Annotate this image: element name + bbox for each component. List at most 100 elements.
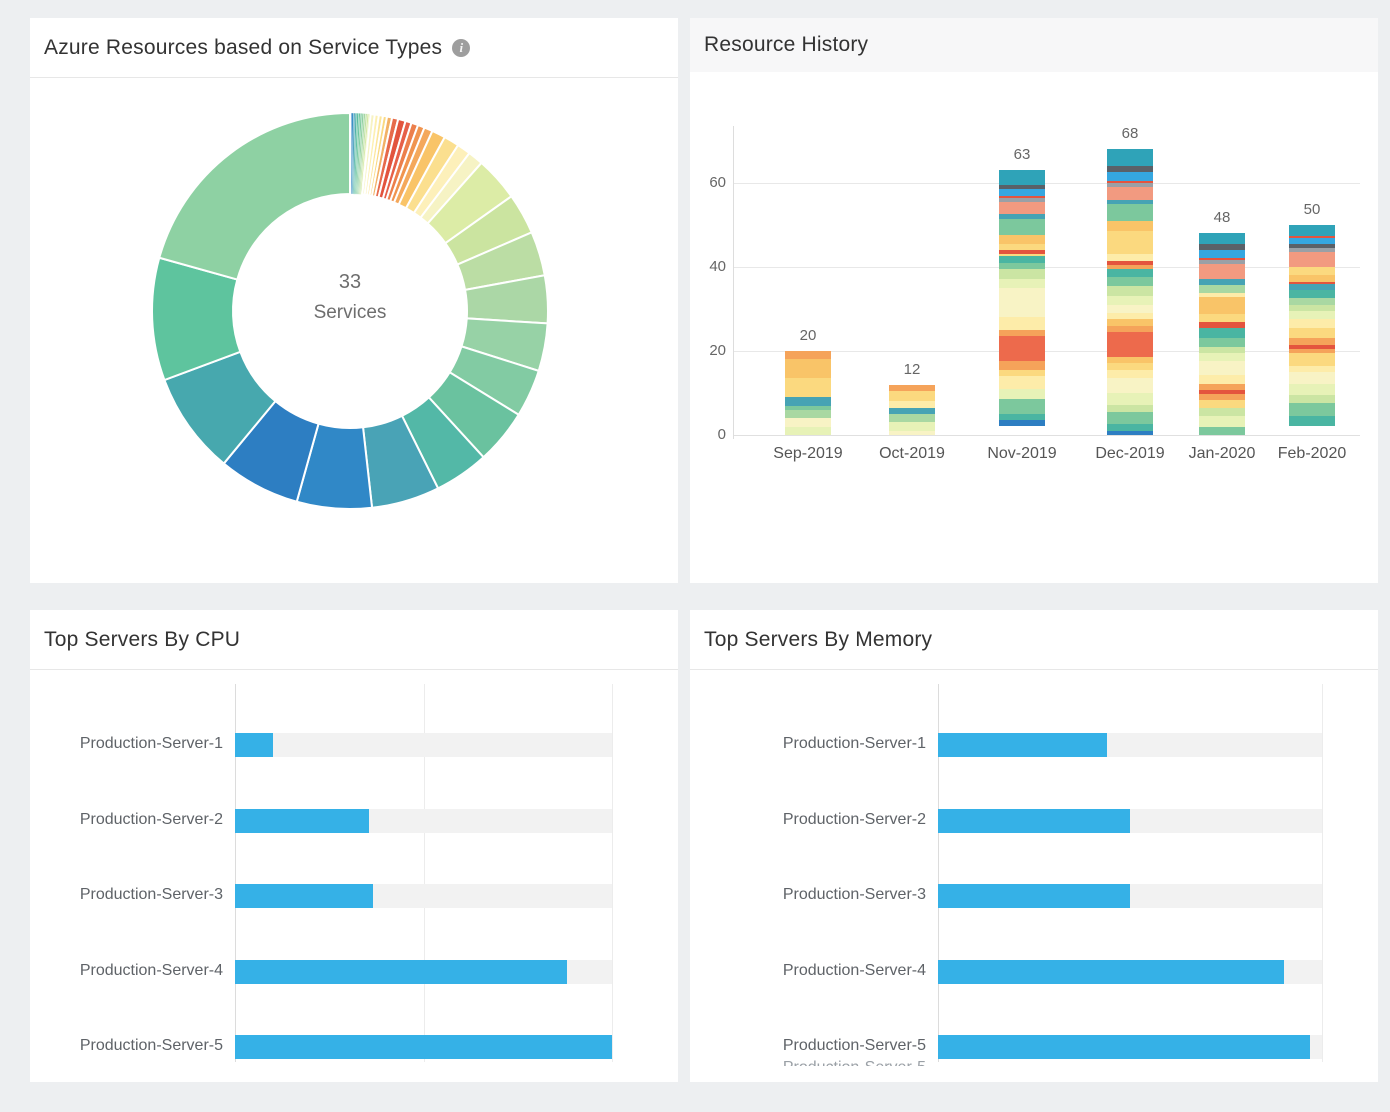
stacked-bar-Nov-2019[interactable] <box>999 170 1045 435</box>
stack-segment[interactable] <box>1199 297 1245 313</box>
stack-segment[interactable] <box>999 389 1045 400</box>
stack-segment[interactable] <box>1107 378 1153 393</box>
stack-segment[interactable] <box>785 359 831 378</box>
stack-segment[interactable] <box>1289 372 1335 385</box>
stack-segment[interactable] <box>785 427 831 435</box>
stack-segment[interactable] <box>999 235 1045 243</box>
stack-segment[interactable] <box>1289 319 1335 327</box>
stack-segment[interactable] <box>1199 338 1245 346</box>
stack-segment[interactable] <box>1107 277 1153 285</box>
bar-Production-Server-4[interactable] <box>235 960 567 984</box>
stacked-bar-Dec-2019[interactable] <box>1107 149 1153 435</box>
stack-segment[interactable] <box>1289 252 1335 267</box>
memory-bar-chart: Production-Server-1Production-Server-2Pr… <box>690 670 1378 1082</box>
stack-segment[interactable] <box>999 219 1045 236</box>
stack-segment[interactable] <box>1107 269 1153 277</box>
bar-Production-Server-4[interactable] <box>938 960 1284 984</box>
stack-segment[interactable] <box>1107 172 1153 180</box>
x-axis-label: Nov-2019 <box>972 445 1072 463</box>
stack-segment[interactable] <box>999 361 1045 369</box>
stack-segment[interactable] <box>1107 412 1153 425</box>
stack-segment[interactable] <box>1289 225 1335 236</box>
stack-segment[interactable] <box>1289 403 1335 416</box>
stacked-bar-Oct-2019[interactable] <box>889 385 935 435</box>
bar-Production-Server-5[interactable] <box>235 1035 612 1059</box>
y-axis-line <box>733 126 734 439</box>
stack-segment[interactable] <box>1107 204 1153 221</box>
stack-segment[interactable] <box>1199 353 1245 361</box>
stack-segment[interactable] <box>785 418 831 426</box>
stack-segment[interactable] <box>1107 231 1153 254</box>
stack-segment[interactable] <box>1289 311 1335 319</box>
stack-segment[interactable] <box>999 317 1045 330</box>
stack-segment[interactable] <box>1199 264 1245 278</box>
bar-Production-Server-3[interactable] <box>938 884 1130 908</box>
stack-segment[interactable] <box>999 269 1045 280</box>
stacked-bar-Feb-2020[interactable] <box>1289 225 1335 435</box>
bar-Production-Server-1[interactable] <box>235 733 273 757</box>
bar-Production-Server-2[interactable] <box>938 809 1130 833</box>
stack-segment[interactable] <box>1289 353 1335 366</box>
server-label: Production-Server-2 <box>690 809 926 833</box>
panel-azure-resources: Azure Resources based on Service Types i… <box>30 18 678 583</box>
stack-segment[interactable] <box>1289 328 1335 339</box>
stack-segment[interactable] <box>1199 285 1245 293</box>
server-label: Production-Server-4 <box>30 960 223 984</box>
bar-Production-Server-2[interactable] <box>235 809 369 833</box>
stack-segment[interactable] <box>889 422 935 430</box>
server-label: Production-Server-1 <box>30 733 223 757</box>
stack-segment[interactable] <box>1199 328 1245 338</box>
server-label: Production-Server-5 <box>690 1035 926 1059</box>
stack-segment[interactable] <box>1289 267 1335 275</box>
stack-segment[interactable] <box>1199 375 1245 383</box>
stack-segment[interactable] <box>1289 384 1335 395</box>
stack-segment[interactable] <box>1107 286 1153 297</box>
stack-segment[interactable] <box>1199 416 1245 426</box>
stack-segment[interactable] <box>999 279 1045 287</box>
stack-segment[interactable] <box>999 376 1045 389</box>
stack-segment[interactable] <box>1107 431 1153 435</box>
stack-segment[interactable] <box>1199 408 1245 416</box>
stack-segment[interactable] <box>889 391 935 402</box>
stack-segment[interactable] <box>1199 250 1245 258</box>
stack-segment[interactable] <box>1199 400 1245 408</box>
stack-segment[interactable] <box>1107 332 1153 357</box>
bar-Production-Server-3[interactable] <box>235 884 373 908</box>
stack-segment[interactable] <box>1289 416 1335 427</box>
x-axis-label: Dec-2019 <box>1080 445 1180 463</box>
stack-segment[interactable] <box>1199 233 1245 243</box>
stack-segment[interactable] <box>1107 296 1153 304</box>
stack-segment[interactable] <box>999 202 1045 215</box>
stack-segment[interactable] <box>1107 370 1153 378</box>
stack-segment[interactable] <box>785 378 831 397</box>
server-label: Production-Server-4 <box>690 960 926 984</box>
stack-segment[interactable] <box>1199 427 1245 435</box>
stack-segment[interactable] <box>1107 187 1153 200</box>
stacked-bar-Jan-2020[interactable] <box>1199 233 1245 435</box>
stack-segment[interactable] <box>999 288 1045 317</box>
stack-segment[interactable] <box>999 399 1045 414</box>
stacked-bar-Sep-2019[interactable] <box>785 351 831 435</box>
stack-segment[interactable] <box>889 414 935 422</box>
donut-segment[interactable] <box>159 113 350 280</box>
stack-segment[interactable] <box>999 336 1045 361</box>
stack-segment[interactable] <box>1289 290 1335 298</box>
stack-segment[interactable] <box>999 420 1045 426</box>
stack-segment[interactable] <box>785 351 831 359</box>
stack-segment[interactable] <box>999 170 1045 185</box>
bar-Production-Server-1[interactable] <box>938 733 1107 757</box>
stack-segment[interactable] <box>1199 314 1245 322</box>
panel-header: Azure Resources based on Service Types i <box>30 18 678 78</box>
stack-segment[interactable] <box>889 431 935 435</box>
stack-segment[interactable] <box>1107 305 1153 313</box>
bar-Production-Server-5[interactable] <box>938 1035 1310 1059</box>
stack-segment[interactable] <box>1199 361 1245 375</box>
gridline <box>733 183 1360 184</box>
stack-segment[interactable] <box>785 410 831 418</box>
stack-segment[interactable] <box>1107 149 1153 166</box>
stack-segment[interactable] <box>785 397 831 405</box>
stack-segment[interactable] <box>1107 393 1153 406</box>
stack-segment[interactable] <box>1289 395 1335 403</box>
stack-segment[interactable] <box>1107 221 1153 232</box>
info-icon[interactable]: i <box>452 39 470 57</box>
